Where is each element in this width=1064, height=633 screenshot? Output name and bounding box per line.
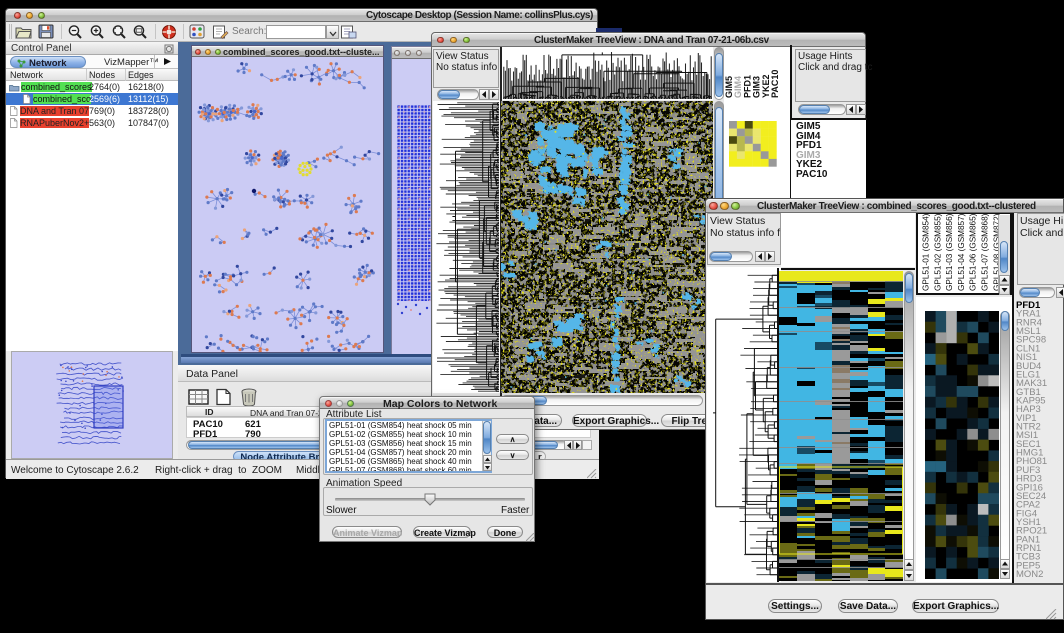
svg-text:PAC10: PAC10 (770, 70, 780, 98)
svg-text:GPL51-02 (GSM855): GPL51-02 (GSM855) (933, 214, 942, 291)
svg-text:GPL51-04 (GSM857): GPL51-04 (GSM857) (957, 214, 966, 291)
svg-text:GPL51-07 (GSM868): GPL51-07 (GSM868) (981, 214, 990, 291)
svg-text:GPL51-01 (GSM854): GPL51-01 (GSM854) (922, 214, 931, 291)
svg-text:GPL51-03 (GSM856): GPL51-03 (GSM856) (945, 214, 954, 291)
svg-text:MON2: MON2 (1016, 569, 1043, 580)
svg-text:GPL51-06 (GSM865): GPL51-06 (GSM865) (969, 214, 978, 291)
